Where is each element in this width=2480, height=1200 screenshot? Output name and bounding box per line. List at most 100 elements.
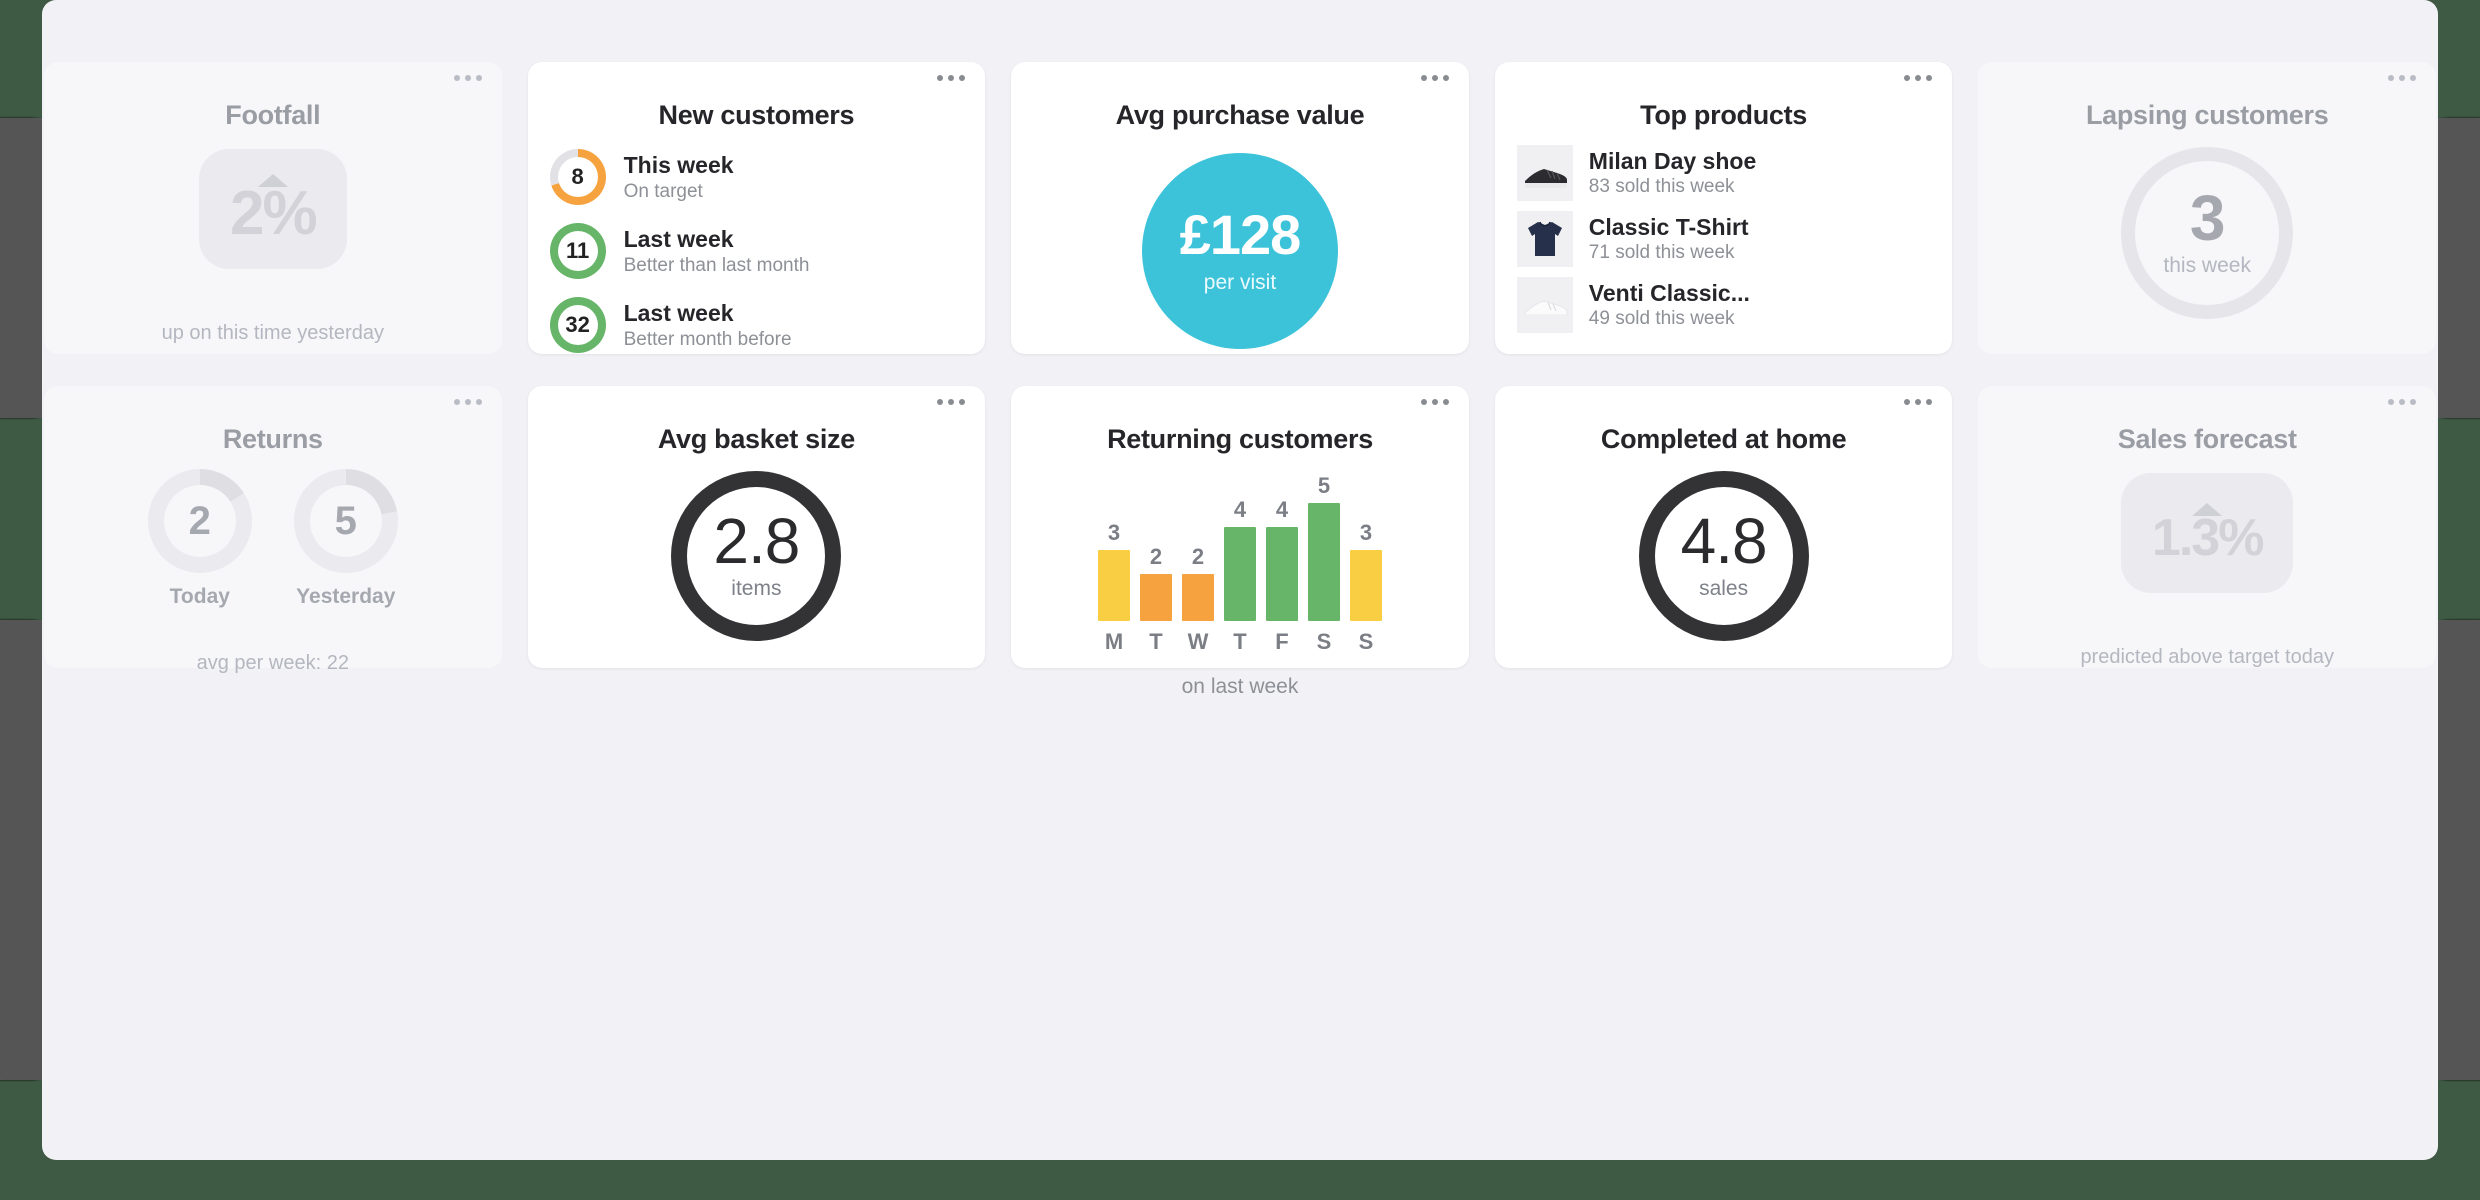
bar-value-label: 3 (1107, 520, 1121, 546)
purchase-value-circle: £128 per visit (1141, 153, 1338, 349)
ellipsis-icon[interactable] (2388, 399, 2416, 405)
card-lapsing-customers[interactable]: Lapsing customers 3 this week (1978, 62, 2436, 354)
list-item-text: Venti Classic... 49 sold this week (1589, 280, 1750, 330)
progress-donut: 4.8 sales (1638, 471, 1809, 641)
footfall-value: 2% (229, 178, 318, 248)
card-title: Lapsing customers (2085, 100, 2329, 130)
card-avg-purchase-value[interactable]: Avg purchase value £128 per visit (1011, 62, 1469, 354)
bar-column: 2 (1139, 543, 1172, 621)
bar (1223, 526, 1256, 621)
card-top-products[interactable]: Top products Milan Day shoe 83 sold this… (1494, 62, 1953, 354)
list-item[interactable]: Venti Classic... 49 sold this week (1516, 277, 1931, 333)
ring-value: 11 (565, 238, 590, 263)
card-returns[interactable]: Returns 2 Today 5 Yesterday avg per week… (44, 386, 502, 674)
list-item-text: Last week Better than last month (624, 226, 810, 277)
card-title: New customers (658, 100, 855, 130)
bar-chart-x-axis: MTWTFSS (1098, 629, 1382, 655)
top-products-list: Milan Day shoe 83 sold this week Classic… (1516, 145, 1931, 333)
new-customers-list: 8 This week On target 11 Last week Bette… (549, 149, 964, 353)
ellipsis-icon[interactable] (1904, 399, 1933, 405)
bar (1097, 550, 1130, 621)
bar (1307, 503, 1340, 621)
list-item[interactable]: Classic T-Shirt 71 sold this week (1516, 211, 1931, 267)
progress-donut: 2.8 items (671, 471, 842, 641)
progress-ring: 8 (549, 149, 606, 205)
bar-value-label: 4 (1275, 496, 1289, 522)
card-footfall[interactable]: Footfall 2% up on this time yesterday (44, 62, 502, 354)
progress-ring: 32 (549, 297, 606, 353)
list-item-sublabel: On target (623, 180, 703, 202)
black-sneaker-icon (1516, 145, 1573, 201)
returns-dial-yesterday: 5 Yesterday (293, 469, 398, 609)
card-title: Returns (222, 424, 323, 454)
card-completed-at-home[interactable]: Completed at home 4.8 sales (1494, 386, 1953, 668)
ellipsis-icon[interactable] (453, 75, 482, 81)
returning-customers-chart: 3224453 MTWTFSS on last week (1033, 469, 1447, 699)
ellipsis-icon[interactable] (1420, 75, 1449, 81)
bar-column: 2 (1181, 543, 1214, 621)
list-item-sublabel: Better than last month (623, 254, 810, 276)
progress-donut: 3 this week (2121, 147, 2294, 319)
card-sales-forecast[interactable]: Sales forecast 1.3% predicted above targ… (1978, 386, 2436, 668)
kpi-card-grid: Footfall 2% up on this time yesterday Ne… (42, 62, 2438, 698)
bar-chart-bars: 3 2 2 4 4 5 3 (1097, 469, 1382, 621)
product-name: Milan Day shoe (1588, 148, 1757, 174)
returns-footer: avg per week: 22 (196, 652, 349, 674)
ellipsis-icon[interactable] (937, 75, 966, 81)
bar-column: 3 (1349, 520, 1382, 621)
ring-value: 32 (565, 312, 590, 337)
dashboard-panel: Footfall 2% up on this time yesterday Ne… (42, 0, 2438, 1160)
bar-column: 3 (1097, 520, 1130, 621)
bar-value-label: 3 (1359, 520, 1373, 546)
ellipsis-icon[interactable] (1904, 75, 1933, 81)
footfall-body: 2% up on this time yesterday (66, 131, 480, 345)
card-title: Sales forecast (2117, 424, 2297, 454)
x-axis-tick: M (1104, 629, 1124, 654)
x-axis-tick: S (1316, 629, 1332, 654)
list-item: 11 Last week Better than last month (549, 223, 964, 279)
ellipsis-icon[interactable] (937, 399, 966, 405)
product-sold: 83 sold this week (1588, 176, 1735, 197)
x-axis-tick: T (1233, 629, 1247, 654)
returns-body: 2 Today 5 Yesterday avg per week: 22 (66, 469, 480, 675)
card-avg-basket-size[interactable]: Avg basket size 2.8 items (527, 386, 986, 668)
progress-donut: 2 (147, 469, 252, 573)
card-new-customers[interactable]: New customers 8 This week On target 11 L… (527, 62, 986, 354)
list-item-label: Last week (623, 299, 734, 326)
card-title: Top products (1640, 100, 1808, 130)
list-item-text: Last week Better month before (624, 300, 792, 351)
bar (1139, 573, 1172, 621)
returns-dial-today: 2 Today (147, 469, 252, 609)
ellipsis-icon[interactable] (453, 399, 482, 405)
bar-value-label: 2 (1149, 543, 1163, 569)
donut-value: 2.8 (713, 505, 800, 578)
product-sold: 71 sold this week (1588, 242, 1735, 263)
forecast-metric-tile: 1.3% (2121, 473, 2294, 593)
list-item-text: Classic T-Shirt 71 sold this week (1589, 214, 1749, 264)
ellipsis-icon[interactable] (1420, 399, 1449, 405)
card-title: Returning customers (1107, 424, 1373, 454)
footfall-metric-tile: 2% (198, 149, 347, 269)
donut-value: 2 (188, 498, 211, 543)
bar-value-label: 2 (1191, 543, 1205, 569)
donut-label: sales (1699, 576, 1749, 600)
donut-inner: 4.8 sales (1681, 509, 1768, 600)
x-axis-tick: T (1149, 629, 1163, 654)
list-item-text: This week On target (624, 152, 734, 203)
bar-value-label: 4 (1233, 496, 1247, 522)
card-title: Avg basket size (657, 424, 855, 454)
list-item-label: This week (623, 151, 734, 178)
card-title: Completed at home (1600, 424, 1847, 454)
donut-value: 3 (2189, 182, 2226, 255)
footfall-caption: up on this time yesterday (161, 322, 384, 344)
lapsing-donut-wrap: 3 this week (2000, 147, 2414, 319)
basket-donut-wrap: 2.8 items (550, 471, 964, 641)
ellipsis-icon[interactable] (2388, 75, 2416, 81)
progress-ring: 11 (549, 223, 606, 279)
bar (1349, 550, 1382, 621)
list-item[interactable]: Milan Day shoe 83 sold this week (1516, 145, 1931, 201)
product-name: Venti Classic... (1588, 280, 1750, 306)
card-returning-customers[interactable]: Returning customers 3224453 MTWTFSS on l… (1011, 386, 1469, 698)
purchase-value-label: per visit (1203, 271, 1277, 294)
donut-label: items (731, 576, 782, 600)
